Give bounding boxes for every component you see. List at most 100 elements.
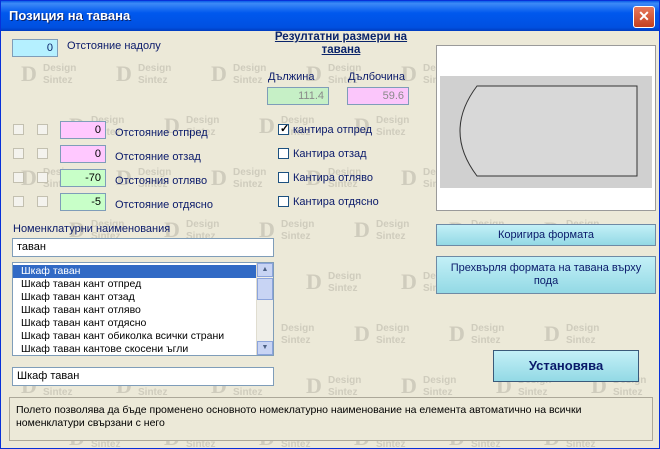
watermark-word: Sintez — [138, 75, 168, 86]
list-item[interactable]: Шкаф таван кант обиколка всички страни — [13, 330, 257, 343]
watermark-word: Design — [423, 375, 457, 386]
title-bar[interactable]: Позиция на тавана ✕ — [1, 1, 659, 31]
watermark-letter: D — [354, 217, 370, 242]
watermark-letter: D — [211, 165, 227, 190]
watermark-letter: D — [449, 321, 465, 346]
watermark-letter: D — [306, 373, 322, 398]
watermark-word: Sintez — [233, 179, 263, 190]
offset-link-checkbox-2 — [37, 148, 48, 159]
depth-value-field: 59.6 — [347, 87, 409, 105]
length-label: Дължина — [268, 71, 315, 83]
offset-right-field[interactable]: -5 — [60, 193, 106, 211]
length-value-field: 111.4 — [267, 87, 329, 105]
watermark-word: Design — [281, 219, 315, 230]
ceiling-shape-drawing — [440, 76, 652, 188]
offset-front-label: Отстояние отпред — [115, 127, 208, 139]
offset-link-checkbox-3 — [37, 172, 48, 183]
watermark-word: Design — [186, 219, 220, 230]
watermark-word: Design — [138, 63, 172, 74]
watermark-word: Sintez — [328, 283, 358, 294]
nomenclature-input[interactable]: таван — [12, 238, 274, 257]
ceiling-outline — [459, 85, 638, 177]
dialog-window: Позиция на тавана ✕ D Design Sintez D Design… — [0, 0, 660, 449]
watermark-word: Sintez — [43, 75, 73, 86]
list-scrollbar[interactable]: ▲ ▼ — [256, 263, 273, 355]
list-item[interactable]: Шкаф таван кант отпред — [13, 278, 257, 291]
offset-lock-checkbox-3 — [13, 172, 24, 183]
edge-left-label: Кантира отляво — [293, 172, 373, 184]
watermark-word: Design — [376, 115, 410, 126]
scroll-thumb[interactable] — [257, 278, 273, 300]
offset-lock-checkbox-1 — [13, 124, 24, 135]
watermark-letter: D — [211, 61, 227, 86]
offset-right-label: Отстояние отдясно — [115, 199, 213, 211]
watermark-word: Design — [186, 115, 220, 126]
results-heading: Резултатни размери на тавана — [274, 31, 408, 56]
check-mark-icon: ✓ — [280, 123, 290, 135]
transfer-shape-button[interactable]: Прехвърля формата на тавана върху пода — [436, 256, 656, 294]
depth-label: Дълбочина — [348, 71, 405, 83]
window-title: Позиция на тавана — [9, 8, 131, 23]
nomenclature-label: Номенклатурни наименования — [13, 223, 171, 235]
offset-left-field[interactable]: -70 — [60, 169, 106, 187]
nomenclature-list[interactable]: Шкаф таван Шкаф таван кант отпред Шкаф т… — [12, 262, 274, 356]
watermark-word: Design — [376, 323, 410, 334]
apply-button[interactable]: Установява — [493, 350, 639, 382]
watermark-word: Sintez — [471, 335, 501, 346]
watermark-word: Design — [328, 271, 362, 282]
watermark-word: Design — [233, 167, 267, 178]
offset-link-checkbox-4 — [37, 196, 48, 207]
list-item[interactable]: Шкаф таван кантове скосени ъгли — [13, 343, 257, 355]
list-item[interactable]: Шкаф таван кант отляво — [13, 304, 257, 317]
list-item[interactable]: Шкаф таван кант отзад — [13, 291, 257, 304]
offset-link-checkbox-1 — [37, 124, 48, 135]
offset-back-field[interactable]: 0 — [60, 145, 106, 163]
watermark-word: Sintez — [376, 231, 406, 242]
edge-back-label: Кантира отзад — [293, 148, 367, 160]
offset-left-label: Отстояния отляво — [115, 175, 208, 187]
watermark-word: Sintez — [566, 335, 596, 346]
watermark-letter: D — [21, 61, 37, 86]
shape-preview — [436, 45, 656, 211]
watermark-word: Design — [43, 63, 77, 74]
watermark-word: Sintez — [233, 75, 263, 86]
selected-nomenclature-field[interactable]: Шкаф таван — [12, 367, 274, 386]
watermark-letter: D — [354, 321, 370, 346]
fix-shape-button[interactable]: Коригира формата — [436, 224, 656, 246]
offset-down-label: Отстояние надолу — [67, 40, 161, 52]
watermark-word: Design — [471, 323, 505, 334]
watermark-letter: D — [401, 373, 417, 398]
offset-back-label: Отстояние отзад — [115, 151, 201, 163]
list-item[interactable]: Шкаф таван кант отдясно — [13, 317, 257, 330]
watermark-word: Sintez — [281, 231, 311, 242]
scroll-up-icon[interactable]: ▲ — [257, 263, 273, 277]
watermark-word: Sintez — [376, 127, 406, 138]
offset-down-field[interactable]: 0 — [12, 39, 58, 57]
close-button[interactable]: ✕ — [633, 6, 655, 28]
edge-left-checkbox[interactable] — [278, 172, 289, 183]
edge-right-checkbox[interactable] — [278, 196, 289, 207]
watermark-word: Design — [281, 323, 315, 334]
status-hint: Полето позволява да бъде променено основ… — [9, 397, 653, 441]
dialog-client-area: D Design Sintez D Design Sintez D Design Sintez D… — [1, 31, 659, 448]
watermark-word: Design — [376, 219, 410, 230]
watermark-word: Design — [566, 323, 600, 334]
watermark-letter: D — [401, 269, 417, 294]
offset-lock-checkbox-2 — [13, 148, 24, 159]
edge-back-checkbox[interactable] — [278, 148, 289, 159]
list-items: Шкаф таван Шкаф таван кант отпред Шкаф т… — [13, 265, 257, 355]
watermark-word: Design — [328, 375, 362, 386]
watermark-word: Sintez — [281, 335, 311, 346]
list-item[interactable]: Шкаф таван — [13, 265, 257, 278]
offset-front-field[interactable]: 0 — [60, 121, 106, 139]
watermark-word: Design — [233, 63, 267, 74]
watermark-letter: D — [259, 113, 275, 138]
watermark-word: Sintez — [376, 335, 406, 346]
edge-front-label: кантира отпред — [293, 124, 373, 136]
edge-front-checkbox[interactable]: ✓ — [278, 123, 290, 135]
edge-right-label: Кантира отдясно — [293, 196, 379, 208]
scroll-down-icon[interactable]: ▼ — [257, 341, 273, 355]
offset-lock-checkbox-4 — [13, 196, 24, 207]
watermark-letter: D — [116, 61, 132, 86]
watermark-letter: D — [544, 321, 560, 346]
